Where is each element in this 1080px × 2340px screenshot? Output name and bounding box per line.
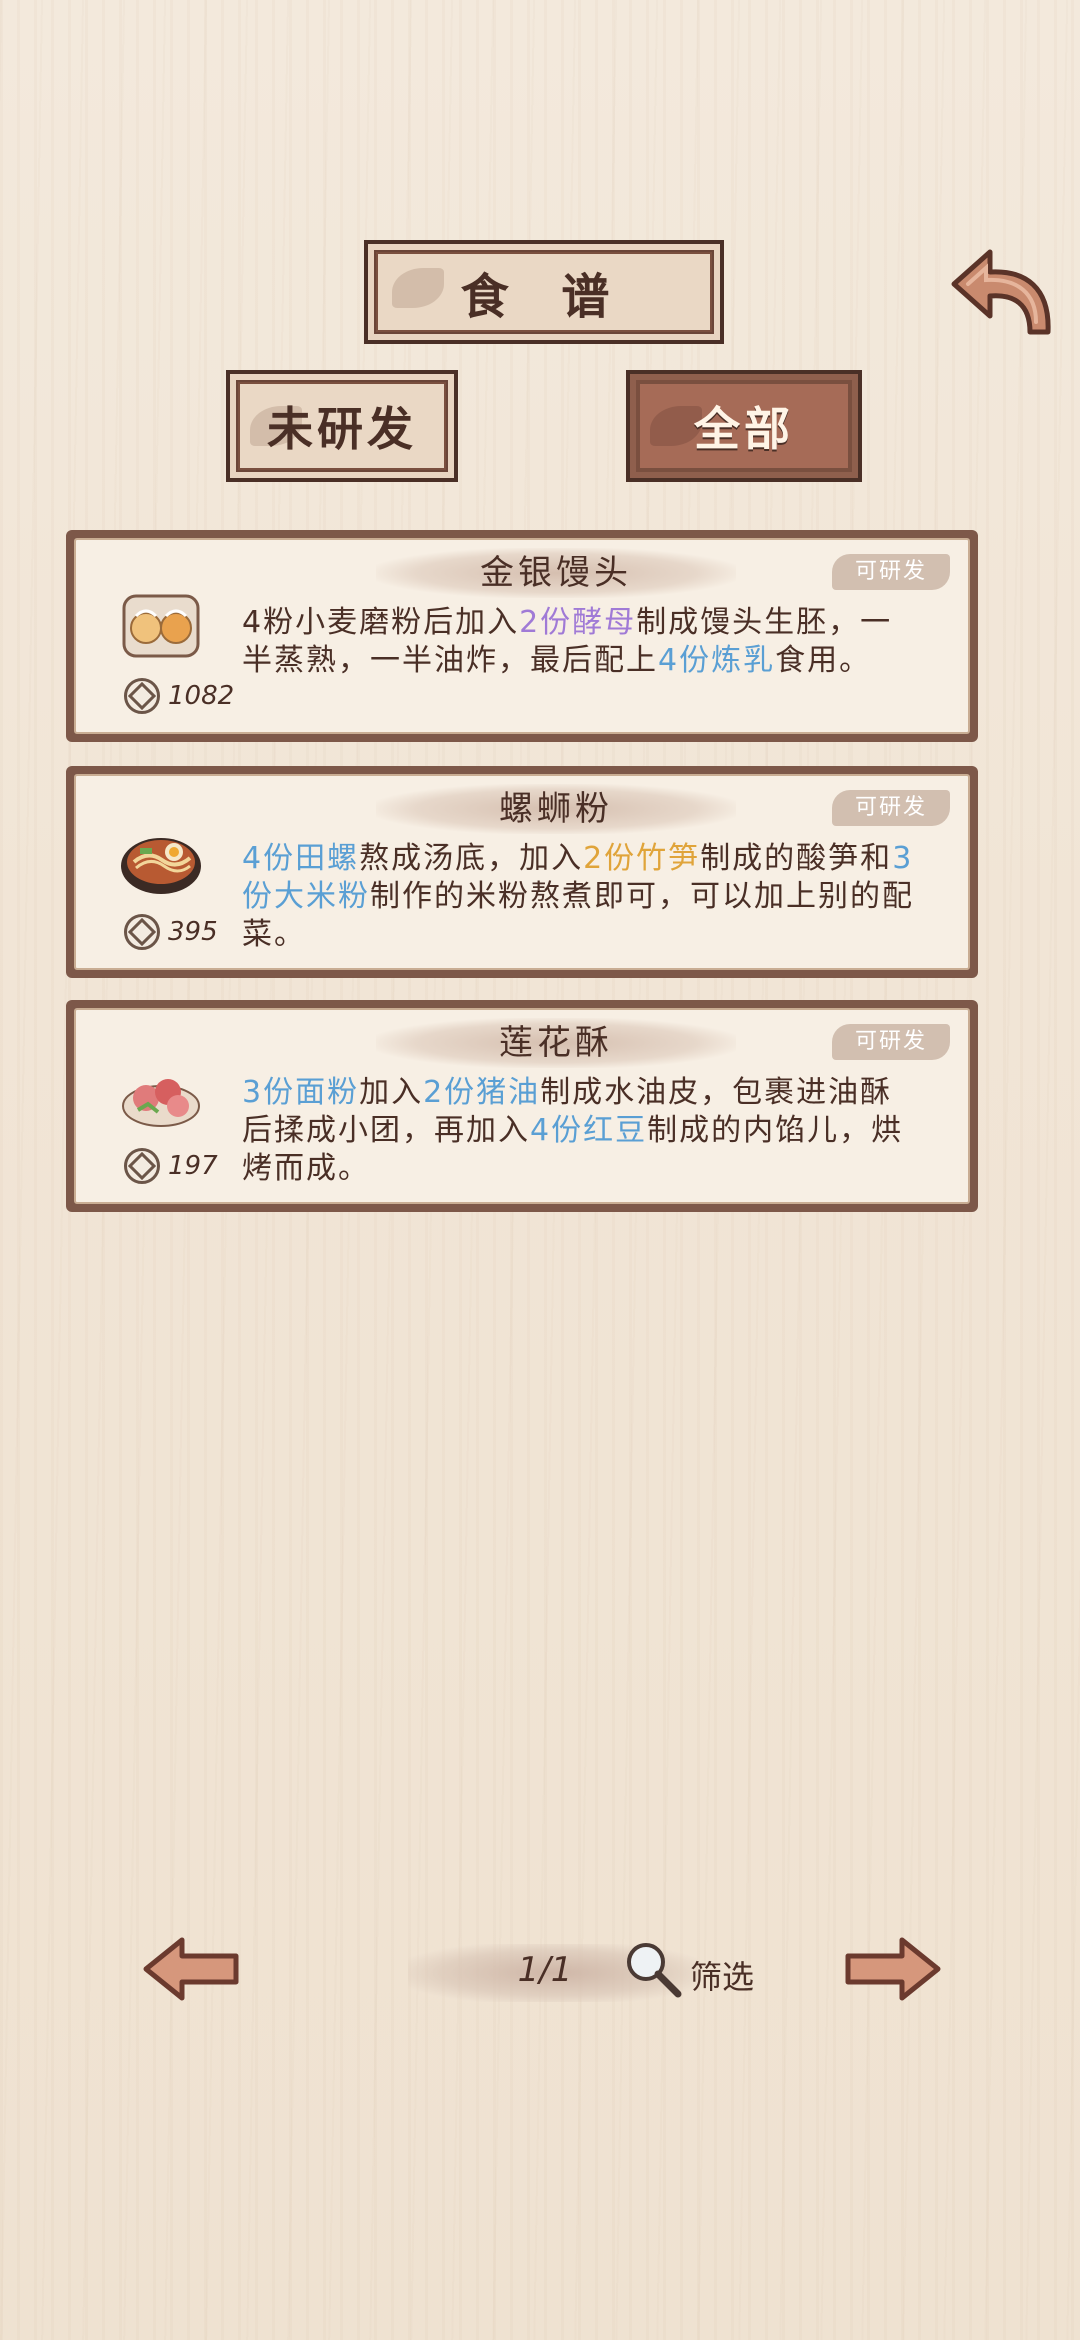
ingredient-highlight: 4份田螺 [242, 841, 360, 876]
tab-all[interactable]: 全部 [626, 370, 862, 482]
tab-undeveloped-label: 未研发 [267, 402, 417, 456]
tab-all-label: 全部 [694, 402, 794, 456]
rice-noodle-bowl-icon [118, 826, 204, 898]
desc-text: 4粉小麦磨粉后加入 [242, 605, 520, 640]
back-button[interactable] [948, 244, 1056, 340]
price-row: 1082 [124, 678, 234, 714]
recipe-card[interactable]: 金银馒头 可研发 1082 4粉小麦磨粉后加入2份酵母制成馒头生胚，一半蒸熟，一… [66, 530, 978, 742]
developable-badge: 可研发 [832, 790, 950, 826]
ingredient-highlight: 4份红豆 [530, 1113, 648, 1148]
developable-badge: 可研发 [832, 1024, 950, 1060]
ingredient-highlight: 2份竹笋 [583, 841, 701, 876]
ingredient-highlight: 2份酵母 [519, 605, 637, 640]
recipe-card[interactable]: 莲花酥 可研发 197 3份面粉加入2份猪油制成水油皮，包裹进油酥后揉成小团，再… [66, 1000, 978, 1212]
coin-icon [124, 914, 160, 950]
ingredient-highlight: 3份面粉 [242, 1075, 360, 1110]
recipe-description: 3份面粉加入2份猪油制成水油皮，包裹进油酥后揉成小团，再加入4份红豆制成的内馅儿… [242, 1074, 922, 1188]
leaf-icon [392, 268, 444, 308]
ingredient-highlight: 4份炼乳 [658, 643, 776, 678]
lotus-pastry-dish-icon [118, 1060, 204, 1132]
recipe-description: 4份田螺熬成汤底，加入2份竹笋制成的酸笋和3份大米粉制作的米粉熬煮即可，可以加上… [242, 840, 922, 954]
recipe-name: 螺蛳粉 [376, 784, 736, 834]
desc-text: 制成的酸笋和 [700, 841, 893, 876]
recipe-name: 莲花酥 [376, 1018, 736, 1068]
recipe-price: 1082 [168, 681, 235, 711]
page-title: 食 谱 [460, 269, 628, 325]
left-arrow-icon [143, 1937, 239, 2001]
coin-icon [124, 1148, 160, 1184]
prev-page-button[interactable] [142, 1936, 242, 2002]
back-arrow-icon [951, 249, 1051, 335]
recipe-description: 4粉小麦磨粉后加入2份酵母制成馒头生胚，一半蒸熟，一半油炸，最后配上4份炼乳食用… [242, 604, 922, 680]
search-icon[interactable] [622, 1938, 684, 2000]
price-row: 197 [124, 1148, 218, 1184]
price-row: 395 [124, 914, 218, 950]
developable-badge: 可研发 [832, 554, 950, 590]
desc-text: 熬成汤底，加入 [359, 841, 584, 876]
coin-icon [124, 678, 160, 714]
next-page-button[interactable] [842, 1936, 942, 2002]
tab-undeveloped[interactable]: 未研发 [226, 370, 458, 482]
recipe-title-plaque: 食 谱 [364, 240, 724, 344]
recipe-price: 197 [168, 1151, 218, 1181]
ingredient-highlight: 2份猪油 [423, 1075, 541, 1110]
recipe-name: 金银馒头 [376, 548, 736, 598]
desc-text: 食用。 [775, 643, 872, 678]
filter-button[interactable]: 筛选 [690, 1952, 754, 1998]
steamed-bun-dish-icon [118, 590, 204, 662]
right-arrow-icon [845, 1937, 941, 2001]
recipe-price: 395 [168, 917, 218, 947]
desc-text: 加入 [359, 1075, 424, 1110]
recipe-card[interactable]: 螺蛳粉 可研发 395 4份田螺熬成汤底，加入2份竹笋制成的酸笋和3份大米粉制作… [66, 766, 978, 978]
page-indicator: 1/1 [517, 1950, 573, 1990]
